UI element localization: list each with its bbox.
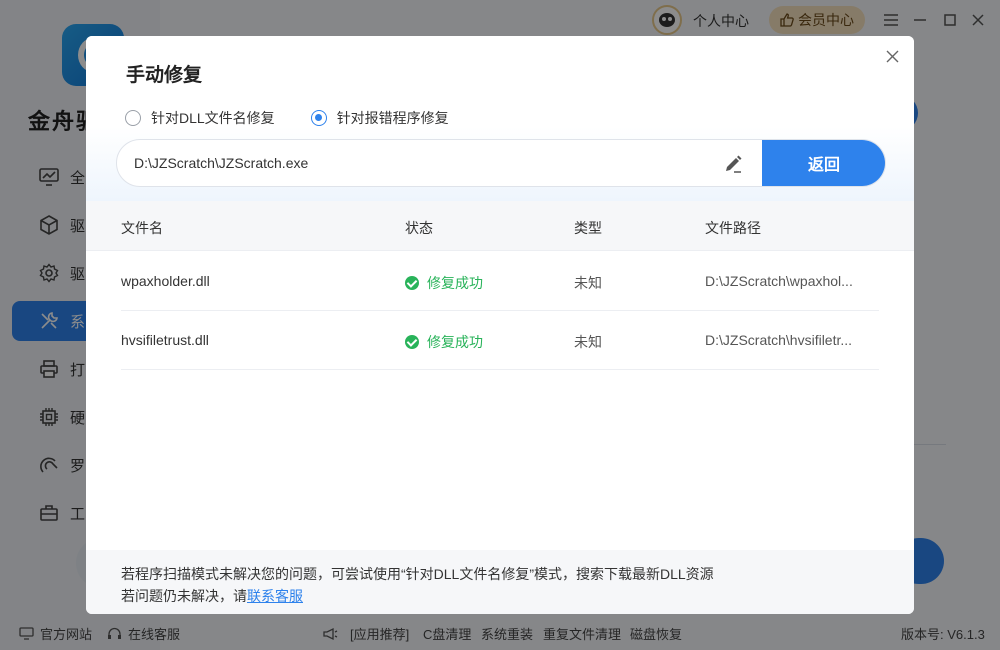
- status-cell: 修复成功: [405, 273, 483, 293]
- file-name-cell: wpaxholder.dll: [121, 273, 210, 289]
- column-header-filename: 文件名: [121, 220, 163, 236]
- radio-label: 针对报错程序修复: [336, 110, 449, 126]
- close-dialog-icon[interactable]: [884, 48, 900, 64]
- check-circle-icon: [405, 335, 419, 349]
- manual-repair-dialog: 手动修复 针对DLL文件名修复 针对报错程序修复 D:\JZScratch\JZ…: [86, 36, 914, 614]
- table-row: wpaxholder.dll 修复成功 未知 D:\JZScratch\wpax…: [121, 252, 879, 311]
- contact-support-link[interactable]: 联系客服: [247, 588, 303, 604]
- pencil-edit-icon[interactable]: [723, 154, 743, 174]
- path-cell: D:\JZScratch\wpaxhol...: [705, 273, 853, 289]
- file-name-cell: hvsifiletrust.dll: [121, 332, 209, 348]
- column-header-path: 文件路径: [705, 220, 761, 236]
- status-text: 修复成功: [427, 275, 483, 291]
- table-header: 文件名 状态 类型 文件路径: [86, 201, 914, 251]
- radio-button-selected[interactable]: [310, 110, 327, 126]
- status-text: 修复成功: [427, 334, 483, 350]
- dialog-footer: 若程序扫描模式未解决您的问题，可尝试使用“针对DLL文件名修复”模式，搜索下载最…: [86, 550, 914, 614]
- column-header-status: 状态: [405, 220, 433, 236]
- program-path-value[interactable]: D:\JZScratch\JZScratch.exe: [134, 155, 308, 171]
- type-cell: 未知: [574, 275, 602, 291]
- return-button[interactable]: 返回: [762, 140, 885, 186]
- column-header-type: 类型: [574, 220, 602, 236]
- footer-contact-prefix: 若问题仍未解决，请: [121, 588, 247, 604]
- table-row: hvsifiletrust.dll 修复成功 未知 D:\JZScratch\h…: [121, 311, 879, 370]
- check-circle-icon: [405, 276, 419, 290]
- program-path-field[interactable]: D:\JZScratch\JZScratch.exe 返回: [116, 139, 886, 187]
- type-cell: 未知: [574, 334, 602, 350]
- repair-mode-group: 针对DLL文件名修复 针对报错程序修复: [125, 108, 485, 128]
- status-cell: 修复成功: [405, 332, 483, 352]
- radio-dll-name-repair[interactable]: 针对DLL文件名修复: [125, 108, 275, 128]
- footer-hint: 若程序扫描模式未解决您的问题，可尝试使用“针对DLL文件名修复”模式，搜索下载最…: [121, 566, 714, 582]
- footer-contact-line: 若问题仍未解决，请联系客服: [121, 586, 303, 606]
- radio-button[interactable]: [125, 110, 141, 126]
- path-cell: D:\JZScratch\hvsifiletr...: [705, 332, 853, 348]
- dialog-title: 手动修复: [126, 65, 203, 86]
- radio-label: 针对DLL文件名修复: [151, 110, 275, 126]
- radio-error-program-repair[interactable]: 针对报错程序修复: [310, 108, 449, 128]
